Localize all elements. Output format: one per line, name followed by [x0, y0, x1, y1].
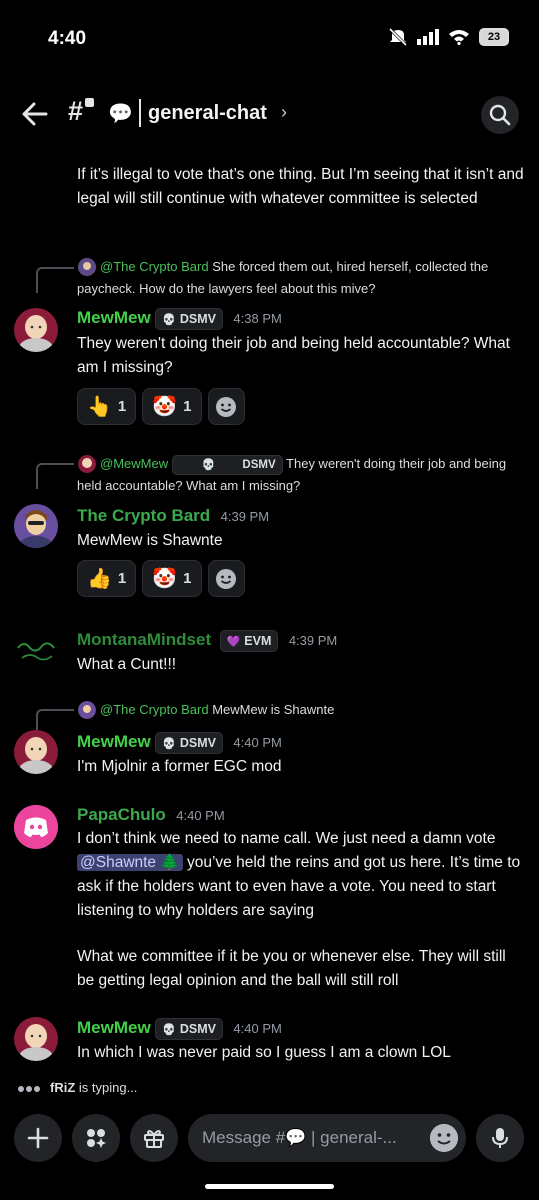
reaction-clown[interactable]: 🤡 1 — [142, 560, 202, 597]
message-text: What we committee if it be you or whenev… — [77, 948, 506, 989]
home-indicator — [205, 1184, 334, 1189]
reply-preview[interactable]: @The Crypto Bard MewMew is Shawnte — [77, 699, 527, 721]
search-icon — [489, 104, 511, 126]
status-icons: 23 — [388, 28, 509, 46]
role-tag[interactable]: 💀 DSMV — [155, 1018, 223, 1040]
reaction-pointing-up[interactable]: 👆 1 — [77, 388, 137, 425]
role-tag: 💀 DSMV — [171, 454, 283, 475]
reactions: 👍 1 🤡 1 — [77, 560, 245, 597]
emoji-button[interactable] — [430, 1124, 458, 1152]
typing-indicator: fRiZ is typing... — [18, 1080, 137, 1095]
back-button[interactable] — [20, 100, 50, 128]
message-placeholder: Message #💬 | general-... — [202, 1128, 397, 1147]
search-button[interactable] — [481, 96, 519, 134]
reactions: 👆 1 🤡 1 — [77, 388, 245, 425]
smiley-icon — [216, 568, 236, 589]
timestamp: 4:39 PM — [220, 509, 270, 524]
montana-logo-icon — [14, 630, 58, 674]
timestamp: 4:40 PM — [233, 1021, 282, 1037]
reply-author[interactable]: @The Crypto Bard — [100, 702, 209, 717]
message-header: PapaChulo 4:40 PM — [77, 805, 225, 825]
message-text: I don’t think we need to name call. We j… — [77, 830, 521, 919]
skull-icon: 💀 — [201, 458, 216, 471]
reply-snippet: MewMew is Shawnte — [212, 702, 335, 717]
message-header: MewMew 💀 DSMV 4:40 PM — [77, 732, 282, 754]
signal-icon — [417, 29, 439, 45]
skull-icon: 💀 — [162, 313, 176, 326]
composer: Message #💬 | general-... — [0, 1112, 539, 1164]
message-text: They weren't doing their job and being h… — [77, 335, 510, 376]
message-text: I'm Mjolnir a former EGC mod — [77, 758, 282, 775]
message-header: MewMew 💀 DSMV 4:38 PM — [77, 308, 282, 330]
timestamp: 4:40 PM — [176, 808, 225, 823]
reaction-thumbs-up[interactable]: 👍 1 — [77, 560, 137, 597]
discord-logo-icon — [14, 805, 58, 849]
add-attachment-button[interactable] — [14, 1114, 62, 1162]
skull-icon: 💀 — [162, 1023, 176, 1036]
username[interactable]: PapaChulo — [77, 805, 166, 824]
typing-dots-icon — [18, 1080, 42, 1095]
reply-preview[interactable]: @MewMew 💀 DSMV They weren't doing their j… — [77, 453, 527, 497]
smiley-icon — [216, 396, 236, 417]
role-tag[interactable]: 💀 DSMV — [155, 308, 223, 330]
role-tag[interactable]: 💀 DSMV — [155, 732, 223, 754]
typing-user: fRiZ — [50, 1080, 76, 1095]
timestamp: 4:39 PM — [288, 633, 338, 649]
status-bar: 4:40 23 — [0, 0, 539, 80]
username[interactable]: MewMew — [77, 732, 151, 751]
message-text: If it’s illegal to vote that’s one thing… — [77, 166, 524, 207]
gift-button[interactable] — [130, 1114, 178, 1162]
silent-mode-icon — [388, 28, 408, 46]
status-time: 4:40 — [48, 28, 87, 49]
reply-connector — [36, 463, 74, 489]
message-text: In which I was never paid so I guess I a… — [77, 1044, 451, 1061]
heart-icon: 💜 — [226, 635, 241, 648]
message-text: MewMew is Shawnte — [77, 532, 223, 549]
user-mention[interactable]: @Shawnte 🌲 — [77, 854, 183, 871]
avatar[interactable] — [14, 504, 58, 548]
message-input[interactable]: Message #💬 | general-... — [188, 1114, 466, 1162]
channel-name[interactable]: general-chat — [148, 102, 267, 125]
skull-icon: 💀 — [162, 737, 176, 750]
avatar[interactable] — [14, 308, 58, 352]
arrow-left-icon — [22, 102, 48, 126]
microphone-icon — [492, 1128, 508, 1148]
timestamp: 4:40 PM — [233, 735, 282, 751]
voice-message-button[interactable] — [476, 1114, 524, 1162]
username[interactable]: MewMew — [77, 1018, 151, 1037]
username[interactable]: MontanaMindset — [77, 630, 211, 649]
apps-sparkle-icon — [87, 1129, 106, 1148]
reaction-clown[interactable]: 🤡 1 — [142, 388, 202, 425]
smiley-icon — [430, 1124, 458, 1152]
username[interactable]: MewMew — [77, 308, 151, 327]
gift-icon — [144, 1130, 164, 1148]
reply-preview[interactable]: @The Crypto Bard She forced them out, hi… — [77, 256, 527, 300]
message-header: The Crypto Bard 4:39 PM — [77, 506, 269, 526]
message-header: MewMew 💀 DSMV 4:40 PM — [77, 1018, 282, 1040]
avatar[interactable] — [14, 730, 58, 774]
message-header: MontanaMindset 💜 EVM 4:39 PM — [77, 630, 337, 652]
avatar[interactable] — [14, 805, 58, 849]
timestamp: 4:38 PM — [233, 311, 282, 327]
reply-author[interactable]: @The Crypto Bard — [100, 259, 209, 274]
chevron-right-icon[interactable]: › — [281, 102, 287, 123]
add-reaction-button[interactable] — [207, 560, 245, 597]
avatar[interactable] — [14, 1017, 58, 1061]
reply-author[interactable]: @MewMew — [100, 456, 168, 471]
channel-separator — [139, 99, 141, 127]
speech-bubble-icon: 💬 — [108, 103, 133, 125]
wifi-icon — [449, 30, 469, 45]
lock-icon — [85, 98, 94, 107]
message-text: What a Cunt!!! — [77, 656, 177, 673]
role-tag[interactable]: 💜 EVM — [219, 630, 279, 652]
avatar[interactable] — [14, 630, 58, 674]
plus-icon — [27, 1127, 49, 1149]
apps-button[interactable] — [72, 1114, 120, 1162]
channel-hash-icon: # — [68, 96, 84, 126]
battery-indicator: 23 — [479, 28, 509, 46]
username[interactable]: The Crypto Bard — [77, 506, 210, 525]
reply-connector — [36, 267, 74, 293]
channel-header: # 💬 general-chat › — [0, 88, 539, 140]
add-reaction-button[interactable] — [207, 388, 245, 425]
